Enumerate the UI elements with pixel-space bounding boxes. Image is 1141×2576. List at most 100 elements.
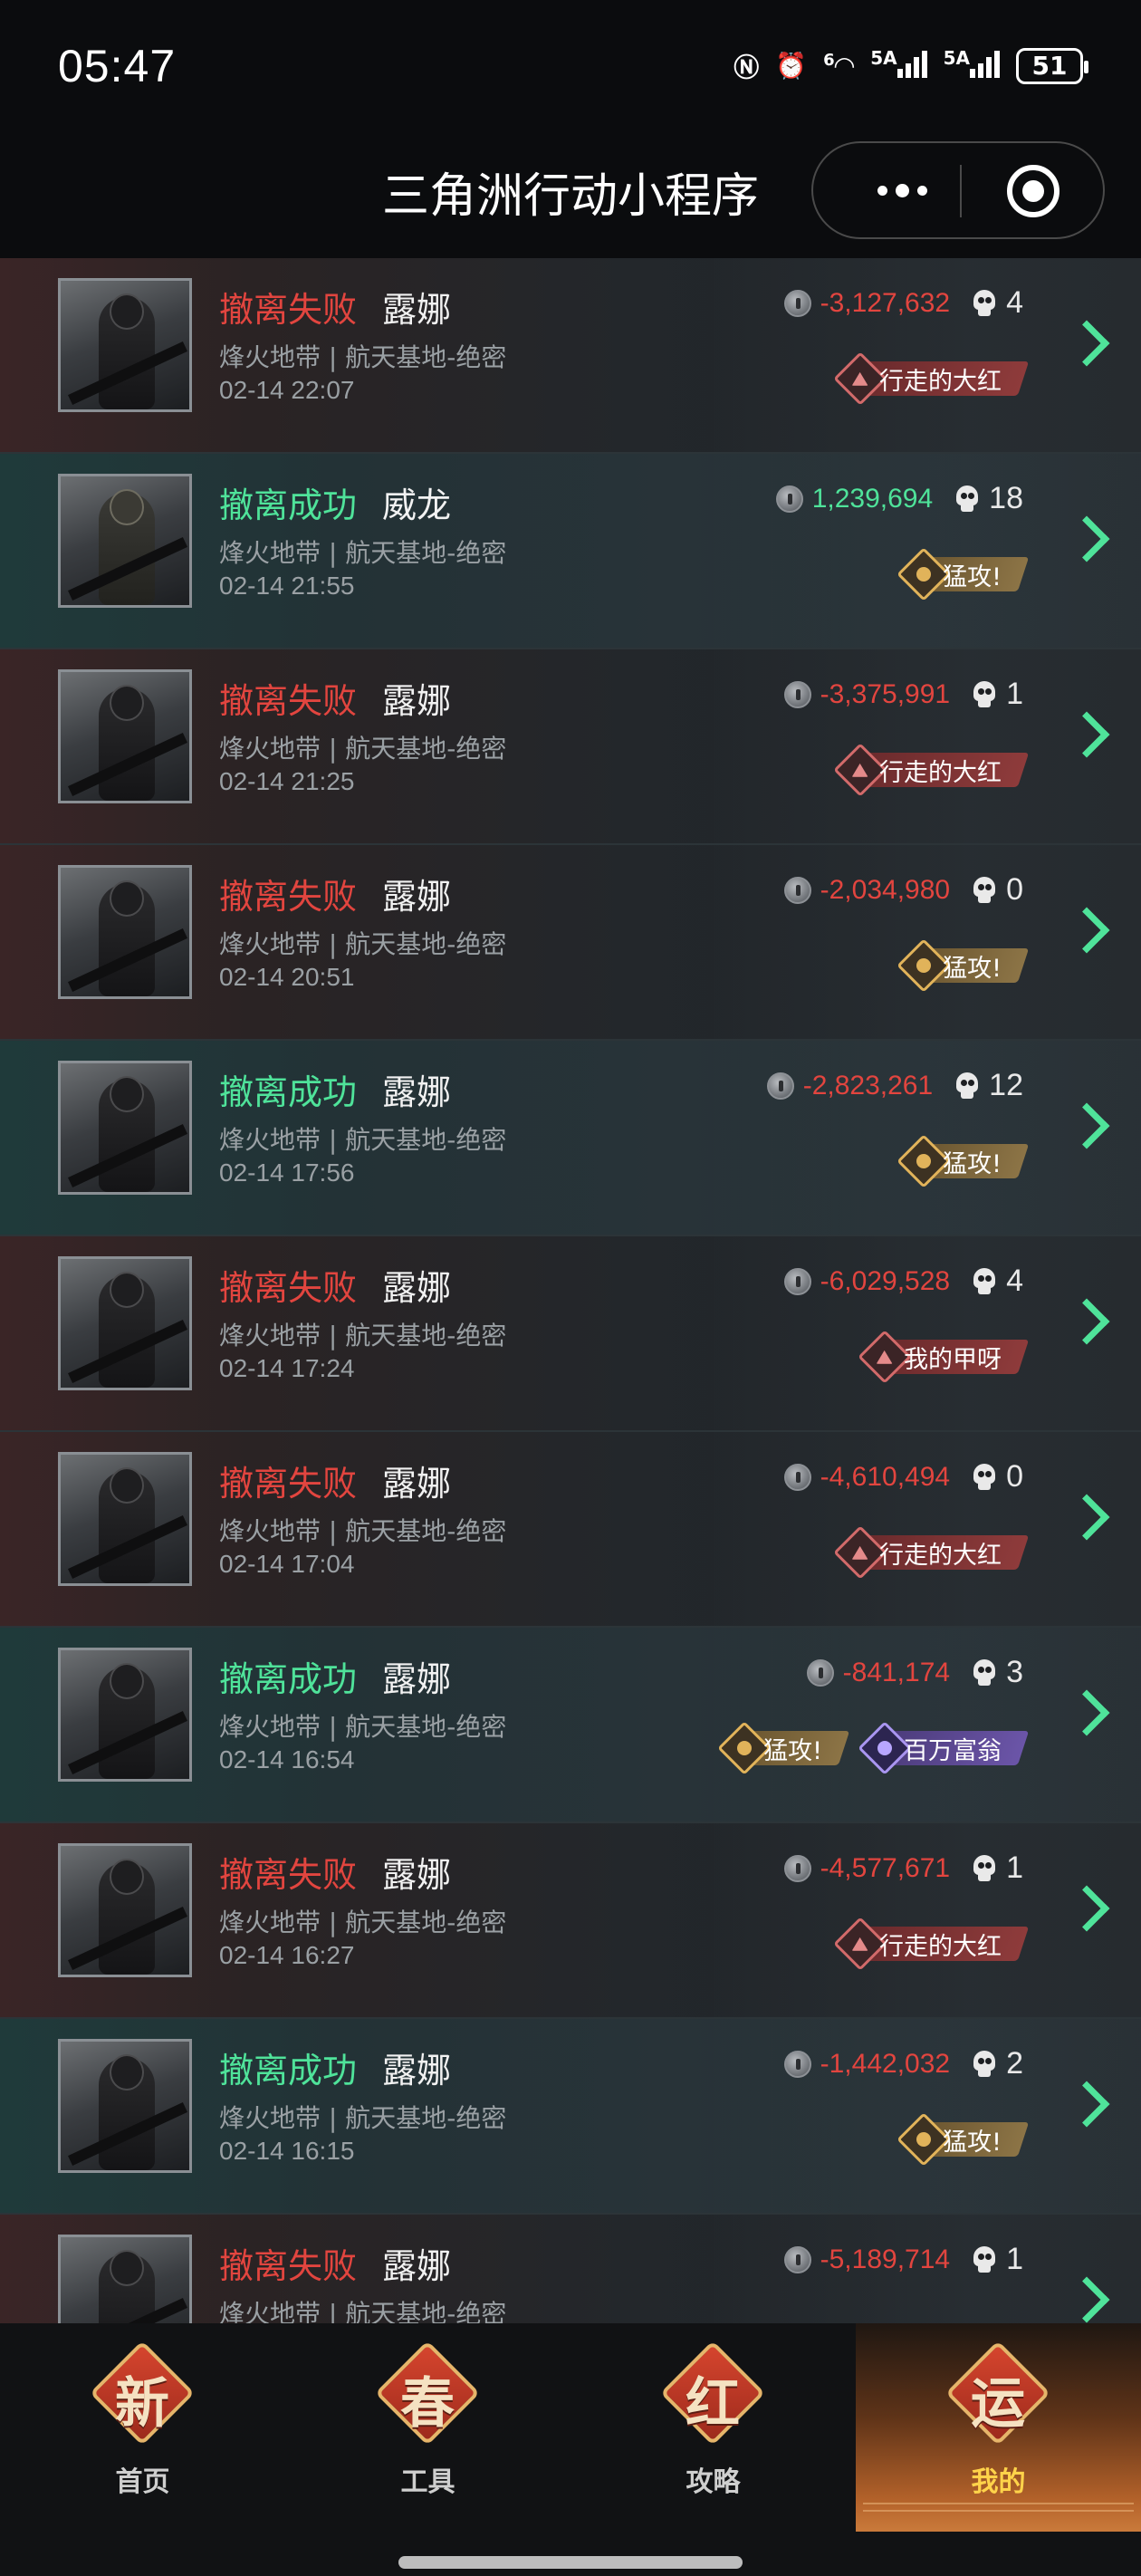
chevron-right-icon[interactable] [1063, 515, 1110, 562]
tab-emblem-icon: 红 [654, 2341, 772, 2450]
tab-1[interactable]: 春 工具 [285, 2323, 570, 2532]
tab-0[interactable]: 新 首页 [0, 2323, 285, 2532]
operator-name: 露娜 [382, 1072, 452, 1112]
tab-label: 首页 [115, 2466, 170, 2498]
close-miniprogram-icon[interactable] [1007, 165, 1060, 217]
badge-gold: 猛攻! [896, 1134, 1030, 1188]
chevron-right-icon[interactable] [1063, 711, 1110, 758]
chevron-right-icon[interactable] [1063, 2081, 1110, 2128]
badge-gold: 猛攻! [896, 938, 1030, 993]
operator-avatar [58, 474, 192, 608]
badge-list: 行走的大红 [833, 1917, 1030, 1971]
extraction-status: 撤离失败 [219, 1268, 358, 1308]
chevron-right-icon[interactable] [1063, 2276, 1110, 2323]
badge-label: 猛攻! [943, 954, 1002, 983]
coin-icon [783, 2050, 811, 2078]
match-time: 02-14 21:55 [219, 572, 355, 600]
asset-value: -3,375,991 [820, 678, 951, 709]
extraction-status: 撤离失败 [219, 681, 358, 721]
operator-avatar [58, 278, 192, 412]
miniprogram-capsule [811, 141, 1105, 239]
chevron-right-icon[interactable] [1063, 1298, 1110, 1345]
signal-icon-1: 5A [870, 47, 927, 84]
tab-bar: 新 首页 春 工具 红 攻略 运 我的 [0, 2323, 1141, 2576]
chevron-right-icon[interactable] [1063, 1689, 1110, 1736]
record-row[interactable]: 撤离成功 威龙 烽火地带 | 航天基地-绝密 02-14 21:55 1,239… [0, 454, 1141, 649]
badge-purple: 百万富翁 [858, 1721, 1030, 1775]
skull-icon [972, 680, 997, 708]
title-bar: 三角洲行动小程序 [0, 136, 1141, 258]
asset-value: -4,577,671 [820, 1852, 951, 1883]
coin-icon [766, 1072, 794, 1100]
record-row[interactable]: 撤离失败 露娜 烽火地带 | 航天基地-绝密 02-14 20:51 -2,03… [0, 845, 1141, 1041]
coin-icon [806, 1658, 834, 1687]
badge-list: 猛攻! 百万富翁 [717, 1721, 1030, 1775]
record-stats: -6,029,528 4 [783, 1264, 1023, 1299]
match-record-list[interactable]: 撤离失败 露娜 烽火地带 | 航天基地-绝密 02-14 22:07 -3,12… [0, 258, 1141, 2323]
skull-icon [972, 1463, 997, 1491]
extraction-status: 撤离成功 [219, 2051, 358, 2091]
coin-icon [783, 2245, 811, 2273]
chevron-right-icon[interactable] [1063, 907, 1110, 954]
asset-value: 1,239,694 [811, 483, 934, 514]
map-name: 烽火地带 | 航天基地-绝密 [219, 342, 507, 372]
match-time: 02-14 16:27 [219, 1941, 355, 1969]
chevron-right-icon[interactable] [1063, 1885, 1110, 1932]
map-name: 烽火地带 | 航天基地-绝密 [219, 734, 507, 764]
tab-2[interactable]: 红 攻略 [570, 2323, 856, 2532]
asset-value: -2,034,980 [820, 874, 951, 905]
record-row[interactable]: 撤离失败 露娜 烽火地带 | 航天基地-绝密 02-14 22:07 -3,12… [0, 258, 1141, 454]
chevron-right-icon[interactable] [1063, 1494, 1110, 1541]
coin-icon [783, 1463, 811, 1491]
badge-list: 猛攻! [896, 938, 1030, 993]
status-icons: Ⓝ ⏰ 6◠ 5A 5A 51 [734, 47, 1088, 84]
operator-name: 露娜 [382, 290, 452, 330]
map-name: 烽火地带 | 航天基地-绝密 [219, 2299, 507, 2323]
chevron-right-icon[interactable] [1063, 320, 1110, 367]
badge-label: 行走的大红 [879, 1541, 1002, 1570]
kill-count: 0 [1006, 1459, 1023, 1494]
record-row[interactable]: 撤离成功 露娜 烽火地带 | 航天基地-绝密 02-14 17:56 -2,82… [0, 1041, 1141, 1236]
record-row[interactable]: 撤离失败 露娜 烽火地带 | 航天基地-绝密 -5,189,714 1 [0, 2215, 1141, 2323]
match-time: 02-14 21:25 [219, 767, 355, 795]
record-row[interactable]: 撤离失败 露娜 烽火地带 | 航天基地-绝密 02-14 21:25 -3,37… [0, 649, 1141, 845]
record-row[interactable]: 撤离成功 露娜 烽火地带 | 航天基地-绝密 02-14 16:54 -841,… [0, 1628, 1141, 1823]
record-row[interactable]: 撤离成功 露娜 烽火地带 | 航天基地-绝密 02-14 16:15 -1,44… [0, 2019, 1141, 2215]
operator-avatar [58, 669, 192, 803]
kill-count: 4 [1006, 1264, 1023, 1298]
record-row[interactable]: 撤离失败 露娜 烽火地带 | 航天基地-绝密 02-14 17:04 -4,61… [0, 1432, 1141, 1628]
more-icon[interactable] [857, 143, 947, 237]
tab-emblem-icon: 春 [369, 2341, 486, 2450]
operator-name: 露娜 [382, 1464, 452, 1504]
badge-red: 我的甲呀 [858, 1330, 1030, 1384]
map-name: 烽火地带 | 航天基地-绝密 [219, 1516, 507, 1546]
badge-list: 猛攻! [896, 547, 1030, 601]
badge-red: 行走的大红 [833, 1525, 1030, 1580]
operator-name: 威龙 [382, 485, 452, 525]
map-name: 烽火地带 | 航天基地-绝密 [219, 929, 507, 959]
coin-icon [775, 485, 803, 513]
record-stats: -2,823,261 12 [766, 1068, 1023, 1103]
kill-count: 1 [1006, 677, 1023, 711]
badge-label: 行走的大红 [879, 1932, 1002, 1961]
record-stats: -2,034,980 0 [783, 872, 1023, 908]
record-row[interactable]: 撤离失败 露娜 烽火地带 | 航天基地-绝密 02-14 17:24 -6,02… [0, 1236, 1141, 1432]
kill-count: 4 [1006, 285, 1023, 320]
skull-icon [972, 289, 997, 317]
asset-value: -4,610,494 [820, 1461, 951, 1492]
tab-3[interactable]: 运 我的 [856, 2323, 1141, 2532]
kill-count: 18 [989, 481, 1023, 515]
capsule-divider [960, 165, 962, 217]
match-time: 02-14 17:24 [219, 1354, 355, 1382]
record-row[interactable]: 撤离失败 露娜 烽火地带 | 航天基地-绝密 02-14 16:27 -4,57… [0, 1823, 1141, 2019]
badge-gold: 猛攻! [896, 547, 1030, 601]
operator-avatar [58, 1648, 192, 1782]
skull-icon [972, 1854, 997, 1882]
record-stats: -841,174 3 [806, 1655, 1023, 1690]
kill-count: 3 [1006, 1655, 1023, 1689]
home-indicator[interactable] [398, 2556, 743, 2569]
kill-count: 0 [1006, 872, 1023, 907]
badge-label: 行走的大红 [879, 758, 1002, 787]
chevron-right-icon[interactable] [1063, 1102, 1110, 1149]
record-stats: -4,610,494 0 [783, 1459, 1023, 1495]
